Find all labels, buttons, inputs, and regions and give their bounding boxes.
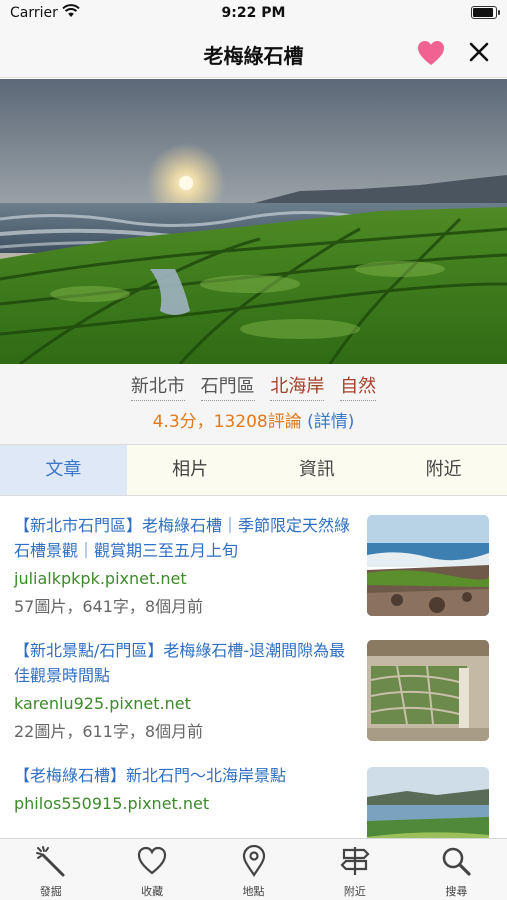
- tag-category[interactable]: 自然: [340, 372, 377, 401]
- tag-city[interactable]: 新北市: [130, 372, 185, 401]
- signpost-icon: [340, 847, 370, 875]
- article-thumbnail[interactable]: [367, 515, 489, 616]
- hero-photo[interactable]: [0, 79, 507, 364]
- magic-wand-icon: [35, 846, 65, 877]
- article-title[interactable]: 【老梅綠石槽】新北石門～北海岸景點: [14, 763, 354, 788]
- tab-photos[interactable]: 相片: [127, 445, 254, 495]
- rating-summary: 4.3分，13208評論 (詳情): [0, 407, 507, 432]
- rating-text: 4.3分，13208評論: [152, 412, 302, 432]
- tabbar-label: 搜尋: [445, 885, 468, 898]
- tabbar-favorites[interactable]: 收藏: [101, 839, 202, 900]
- tabbar-label: 附近: [343, 885, 366, 898]
- tab-articles[interactable]: 文章: [0, 445, 127, 495]
- bottom-tab-bar: 發掘 收藏 地點 附近 搜尋: [0, 838, 507, 900]
- article-source: karenlu925.pixnet.net: [14, 694, 191, 713]
- location-meta: 新北市 石門區 北海岸 自然 4.3分，13208評論 (詳情): [0, 364, 507, 444]
- list-item[interactable]: 【新北景點/石門區】老梅綠石槽-退潮間隙為最佳觀景時間點 karenlu925.…: [0, 638, 507, 748]
- location-pin-icon: [242, 845, 265, 877]
- article-thumbnail[interactable]: [367, 767, 489, 838]
- article-list: 【新北市石門區】老梅綠石槽｜季節限定天然綠石槽景觀｜觀賞期三至五月上旬 juli…: [0, 497, 507, 838]
- location-tags: 新北市 石門區 北海岸 自然: [0, 372, 507, 401]
- clock: 9:22 PM: [221, 5, 286, 21]
- battery-icon: [471, 6, 500, 19]
- article-thumbnail[interactable]: [367, 640, 489, 741]
- search-icon: [443, 847, 471, 876]
- list-item[interactable]: 【老梅綠石槽】新北石門～北海岸景點 philos550915.pixnet.ne…: [0, 763, 507, 838]
- tabbar-label: 發掘: [39, 885, 62, 898]
- navigation-bar: 老梅綠石槽: [0, 28, 507, 78]
- article-title[interactable]: 【新北市石門區】老梅綠石槽｜季節限定天然綠石槽景觀｜觀賞期三至五月上旬: [14, 513, 354, 563]
- article-info: 57圖片，641字，8個月前: [14, 597, 204, 616]
- tab-info[interactable]: 資訊: [254, 445, 381, 495]
- article-title[interactable]: 【新北景點/石門區】老梅綠石槽-退潮間隙為最佳觀景時間點: [14, 638, 354, 688]
- tabbar-nearby[interactable]: 附近: [304, 839, 405, 900]
- status-bar: Carrier 9:22 PM: [0, 0, 507, 28]
- tab-nearby[interactable]: 附近: [380, 445, 507, 495]
- article-source: philos550915.pixnet.net: [14, 794, 210, 813]
- tabbar-search[interactable]: 搜尋: [406, 839, 507, 900]
- tabbar-discover[interactable]: 發掘: [0, 839, 101, 900]
- close-icon[interactable]: [468, 41, 490, 63]
- content-tabs: 文章 相片 資訊 附近: [0, 444, 507, 496]
- article-info: 22圖片，611字，8個月前: [14, 722, 204, 741]
- tag-district[interactable]: 石門區: [200, 372, 255, 401]
- article-source: julialkpkpk.pixnet.net: [14, 569, 187, 588]
- tabbar-places[interactable]: 地點: [203, 839, 304, 900]
- rating-detail-link[interactable]: (詳情): [307, 412, 354, 432]
- heart-outline-icon: [138, 846, 167, 875]
- tag-region[interactable]: 北海岸: [270, 372, 325, 401]
- list-item[interactable]: 【新北市石門區】老梅綠石槽｜季節限定天然綠石槽景觀｜觀賞期三至五月上旬 juli…: [0, 513, 507, 623]
- tabbar-label: 地點: [242, 885, 265, 898]
- heart-icon[interactable]: [417, 40, 445, 66]
- tabbar-label: 收藏: [141, 885, 164, 898]
